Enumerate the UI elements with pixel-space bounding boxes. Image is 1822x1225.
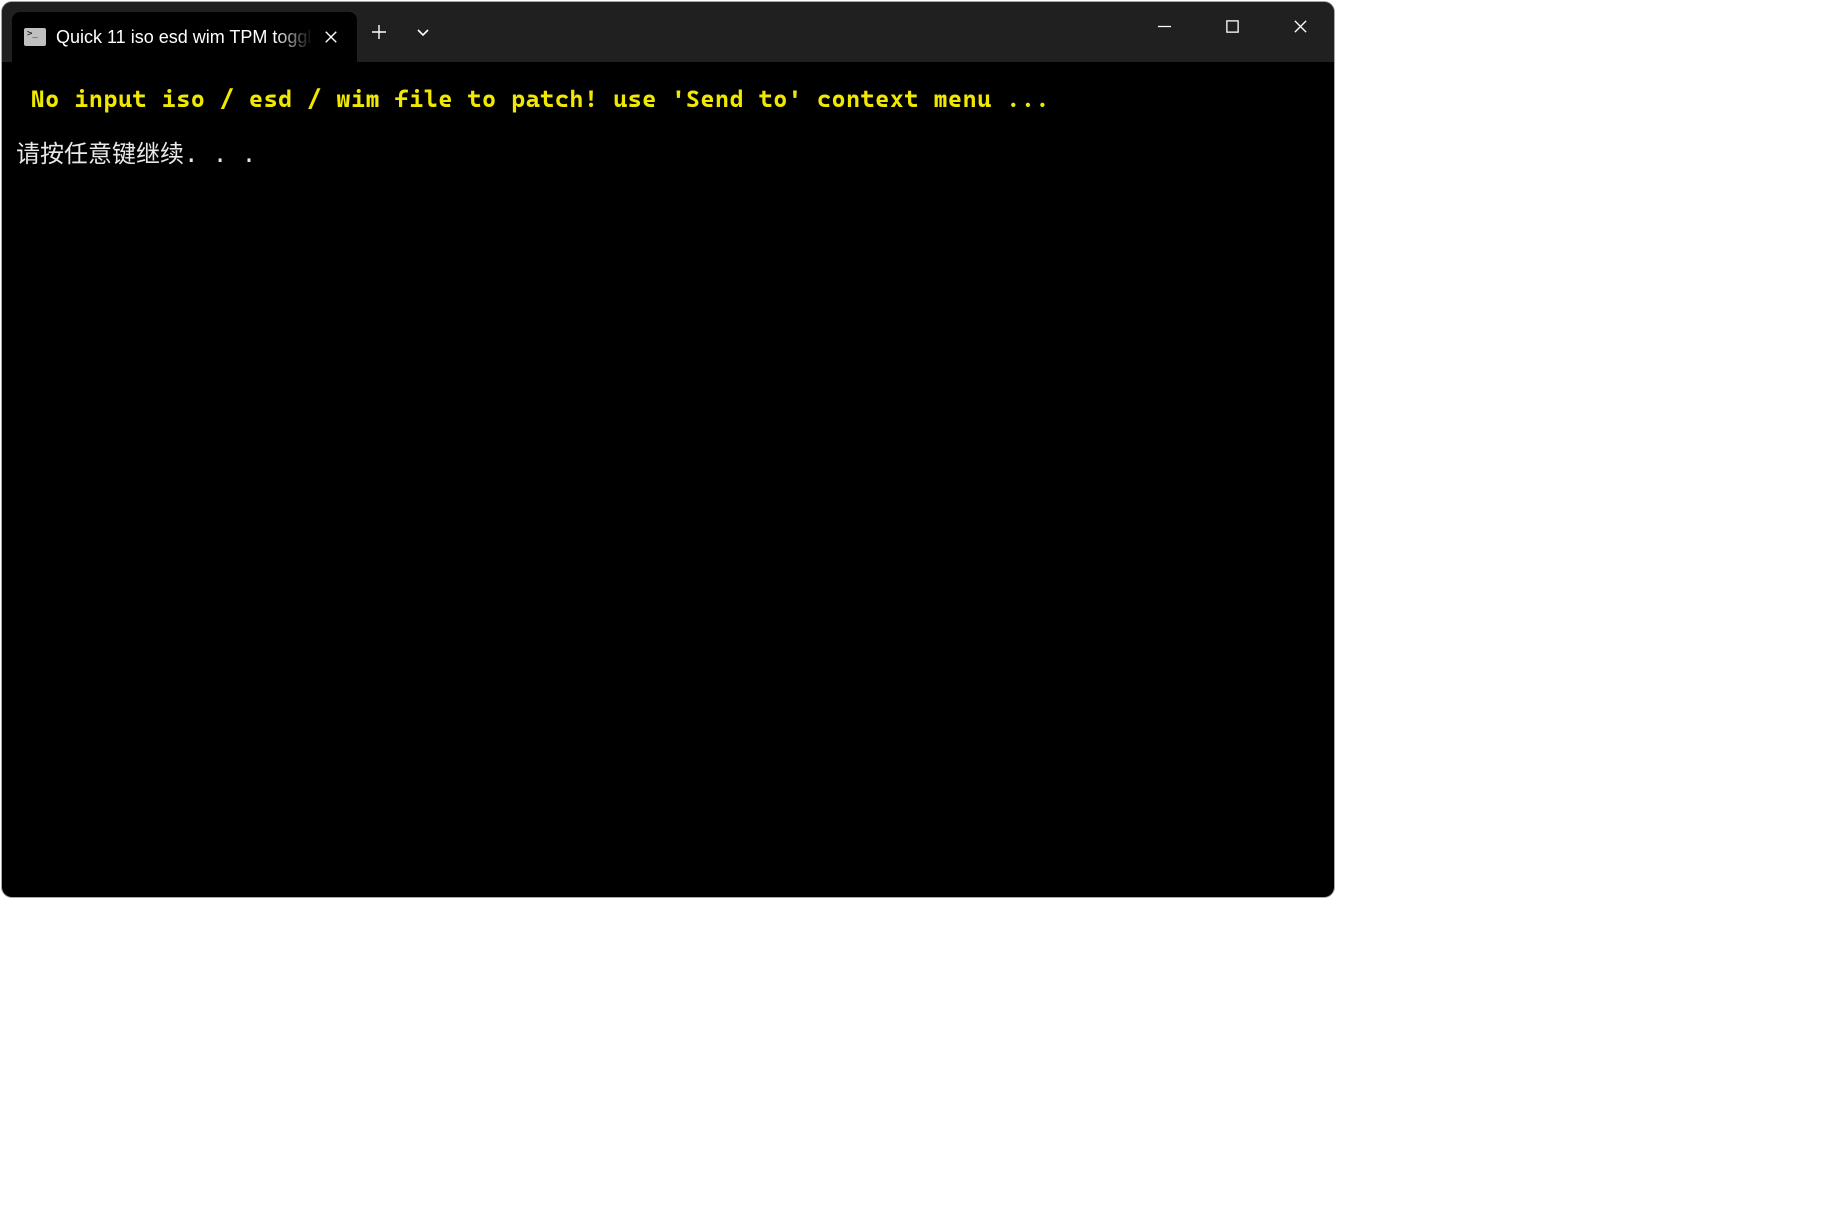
terminal-content[interactable]: No input iso / esd / wim file to patch! … xyxy=(2,62,1334,192)
titlebar: >_ Quick 11 iso esd wim TPM toggle xyxy=(2,2,1334,62)
terminal-line-warning: No input iso / esd / wim file to patch! … xyxy=(16,82,1320,117)
window-controls xyxy=(1130,2,1334,58)
tab-dropdown-button[interactable] xyxy=(401,10,445,54)
terminal-line-prompt: 请按任意键继续. . . xyxy=(16,137,1320,172)
minimize-button[interactable] xyxy=(1130,2,1198,50)
tab-close-button[interactable] xyxy=(317,23,345,51)
maximize-button[interactable] xyxy=(1198,2,1266,50)
maximize-icon xyxy=(1225,19,1240,34)
tab-title: Quick 11 iso esd wim TPM toggle xyxy=(56,27,313,48)
minimize-icon xyxy=(1157,19,1172,34)
close-window-button[interactable] xyxy=(1266,2,1334,50)
tab-strip: >_ Quick 11 iso esd wim TPM toggle xyxy=(2,2,357,62)
titlebar-drag-area[interactable] xyxy=(445,2,1130,62)
chevron-down-icon xyxy=(415,24,431,40)
tab-active[interactable]: >_ Quick 11 iso esd wim TPM toggle xyxy=(12,12,357,62)
plus-icon xyxy=(371,24,387,40)
titlebar-actions xyxy=(357,2,445,62)
terminal-icon: >_ xyxy=(24,28,46,46)
terminal-window: >_ Quick 11 iso esd wim TPM toggle xyxy=(2,2,1334,897)
close-icon xyxy=(324,30,338,44)
close-icon xyxy=(1293,19,1308,34)
new-tab-button[interactable] xyxy=(357,10,401,54)
